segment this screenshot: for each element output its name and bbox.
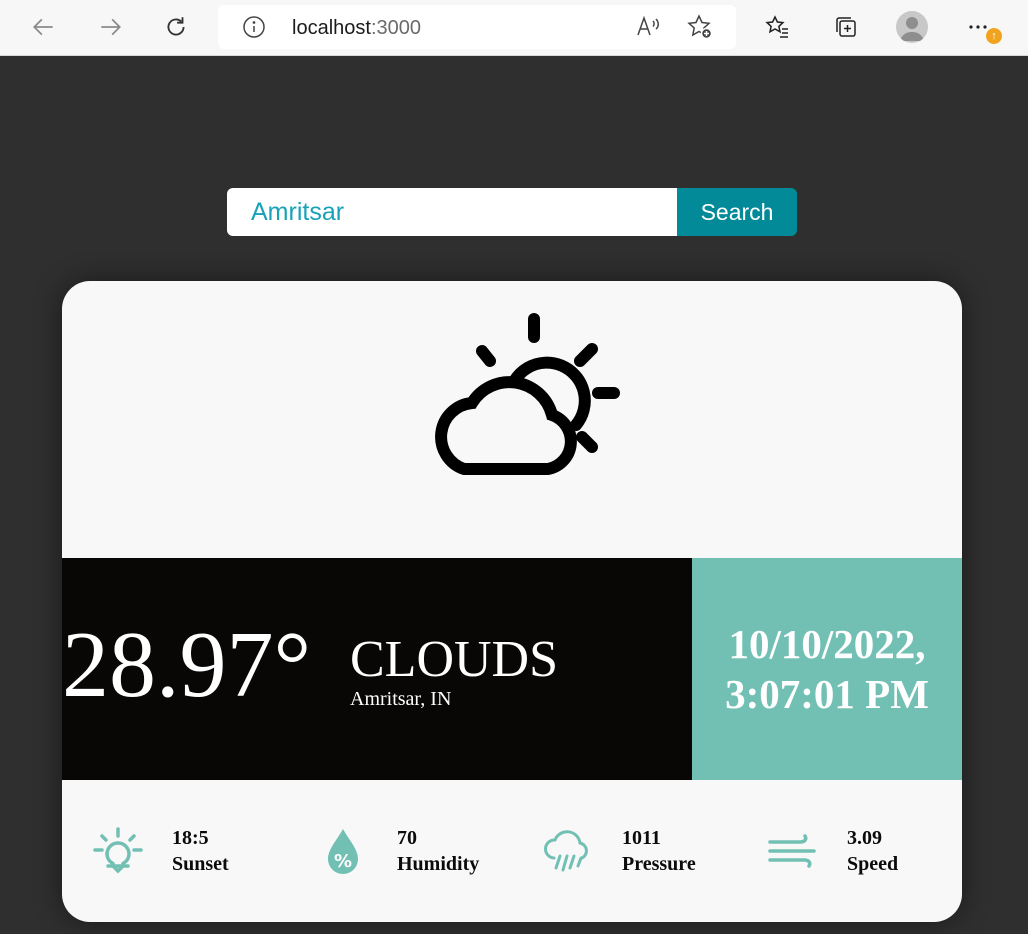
read-aloud-icon[interactable] xyxy=(634,13,662,41)
weather-card: 28.97° CLOUDS Amritsar, IN 10/10/2022, 3… xyxy=(62,281,962,922)
humidity-icon: % xyxy=(328,829,358,874)
stat-value: 3.09 xyxy=(847,827,882,849)
url-text: localhost:3000 xyxy=(292,17,421,40)
stat-value: 18:5 xyxy=(172,827,209,849)
location-label: Amritsar, IN xyxy=(350,688,452,710)
sunset-icon xyxy=(93,827,143,874)
back-arrow-icon xyxy=(33,18,53,36)
wind-icon xyxy=(768,834,816,868)
update-badge: ↑ xyxy=(986,28,1002,44)
forward-arrow-icon xyxy=(101,18,121,36)
url-port: :3000 xyxy=(370,17,421,39)
svg-text:%: % xyxy=(334,851,352,872)
address-bar[interactable]: localhost:3000 xyxy=(218,5,736,49)
stat-value: 1011 xyxy=(622,827,661,849)
url-host: localhost xyxy=(292,17,371,39)
city-search-input[interactable] xyxy=(227,188,678,236)
temperature-value: 28.97° xyxy=(62,613,312,717)
stat-value: 70 xyxy=(397,827,417,849)
site-info-icon[interactable] xyxy=(242,15,266,39)
stat-label: Speed xyxy=(847,853,899,875)
date-time-panel: 10/10/2022, 3:07:01 PM xyxy=(692,558,962,780)
search-button[interactable]: Search xyxy=(677,188,797,236)
stat-label: Sunset xyxy=(172,853,229,875)
back-button[interactable] xyxy=(24,8,64,46)
forward-button[interactable] xyxy=(90,8,130,46)
stat-label: Pressure xyxy=(622,853,696,875)
favorites-icon xyxy=(765,15,788,38)
add-favorite-icon[interactable] xyxy=(686,13,714,41)
time-label: 3:07:01 PM xyxy=(725,671,929,717)
refresh-icon xyxy=(167,17,185,36)
favorites-button[interactable] xyxy=(758,8,798,46)
cloud-sun-icon xyxy=(435,313,620,475)
collections-button[interactable] xyxy=(826,8,866,46)
profile-avatar[interactable] xyxy=(896,11,928,43)
collections-icon xyxy=(836,17,856,37)
date-label: 10/10/2022, xyxy=(728,621,926,667)
weather-summary-band: 28.97° CLOUDS Amritsar, IN xyxy=(62,558,692,780)
browser-toolbar: localhost:3000 ↑ xyxy=(0,0,1028,56)
stat-label: Humidity xyxy=(397,853,480,875)
pressure-icon xyxy=(544,830,588,872)
weather-condition: CLOUDS xyxy=(350,631,559,688)
profile-icon xyxy=(900,17,924,41)
refresh-button[interactable] xyxy=(156,8,196,46)
